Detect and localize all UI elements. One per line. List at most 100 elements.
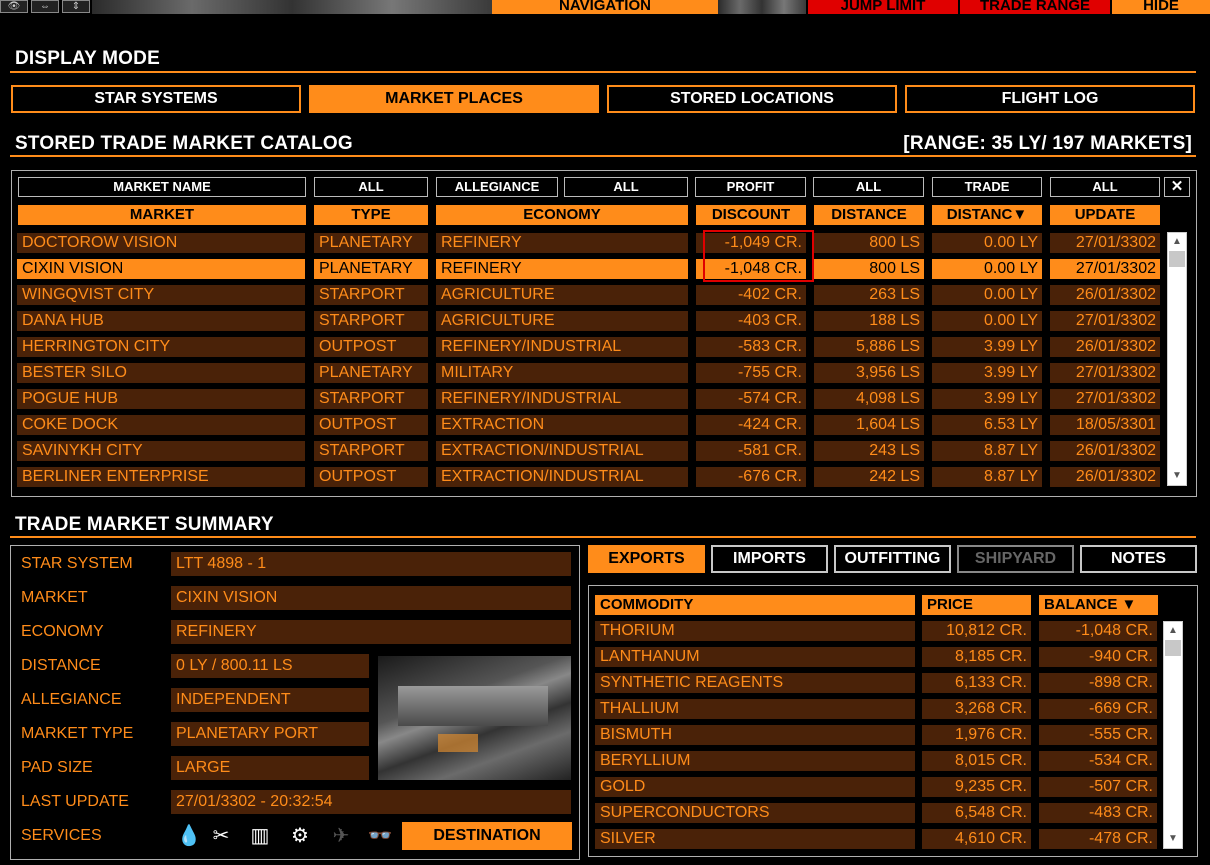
summary-label: ECONOMY: [21, 623, 104, 640]
market-distance-cell: 263 LS: [814, 285, 924, 305]
list-item[interactable]: SILVER 4,610 CR. -478 CR.: [595, 829, 1157, 849]
vertical-arrows-icon[interactable]: ⇕: [62, 0, 90, 13]
table-row[interactable]: DOCTOROW VISION PLANETARY REFINERY -1,049 C…: [17, 233, 1160, 253]
clear-filters-icon[interactable]: ✕: [1164, 177, 1190, 197]
scroll-thumb[interactable]: [1165, 640, 1181, 656]
flight-log-button[interactable]: FLIGHT LOG: [905, 85, 1195, 113]
refuel-drop-icon: 💧: [176, 825, 202, 847]
profit-filter[interactable]: ALL: [813, 177, 924, 197]
list-item[interactable]: LANTHANUM 8,185 CR. -940 CR.: [595, 647, 1157, 667]
column-header-discount[interactable]: DISCOUNT: [696, 205, 806, 225]
destination-button[interactable]: DESTINATION: [402, 822, 572, 850]
market-discount-cell: -402 CR.: [696, 285, 806, 305]
column-header-distance-ly[interactable]: DISTANC▼: [932, 205, 1042, 225]
market-update-cell: 27/01/3302: [1050, 389, 1160, 409]
market-distance-cell: 188 LS: [814, 311, 924, 331]
tab-outfitting[interactable]: OUTFITTING: [834, 545, 951, 573]
station-image: [378, 656, 571, 780]
column-header-type[interactable]: TYPE: [314, 205, 428, 225]
list-item[interactable]: THALLIUM 3,268 CR. -669 CR.: [595, 699, 1157, 719]
column-header-update[interactable]: UPDATE: [1050, 205, 1160, 225]
column-header-distance[interactable]: DISTANCE: [814, 205, 924, 225]
column-header-price[interactable]: PRICE: [922, 595, 1031, 615]
table-row[interactable]: BERLINER ENTERPRISE OUTPOST EXTRACTION/IND…: [17, 467, 1160, 487]
repair-tools-icon: ✂: [212, 825, 230, 847]
commodity-name-cell: SILVER: [595, 829, 915, 849]
type-filter[interactable]: ALL: [314, 177, 428, 197]
commodity-price-cell: 10,812 CR.: [922, 621, 1031, 641]
market-update-cell: 18/05/3301: [1050, 415, 1160, 435]
trade-filter[interactable]: ALL: [1050, 177, 1160, 197]
market-name-cell: WINGQVIST CITY: [17, 285, 305, 305]
catalog-title: STORED TRADE MARKET CATALOG: [15, 133, 353, 154]
list-item[interactable]: BISMUTH 1,976 CR. -555 CR.: [595, 725, 1157, 745]
scroll-down-icon[interactable]: ▼: [1168, 469, 1186, 483]
scroll-down-icon[interactable]: ▼: [1164, 832, 1182, 846]
commodity-price-cell: 8,015 CR.: [922, 751, 1031, 771]
scroll-thumb[interactable]: [1169, 251, 1185, 267]
column-header-balance[interactable]: BALANCE ▼: [1039, 595, 1158, 615]
market-distance-cell: 242 LS: [814, 467, 924, 487]
navigation-button[interactable]: NAVIGATION: [492, 0, 718, 14]
column-header-market[interactable]: MARKET: [18, 205, 306, 225]
list-item[interactable]: GOLD 9,235 CR. -507 CR.: [595, 777, 1157, 797]
table-row[interactable]: DANA HUB STARPORT AGRICULTURE -403 CR. 188 L…: [17, 311, 1160, 331]
market-economy-cell: REFINERY: [436, 233, 688, 253]
star-systems-button[interactable]: STAR SYSTEMS: [11, 85, 301, 113]
market-name-cell: CIXIN VISION: [17, 259, 305, 279]
map-thumbnail-2: [718, 0, 806, 14]
market-ly-cell: 3.99 LY: [932, 337, 1042, 357]
commodity-price-cell: 6,133 CR.: [922, 673, 1031, 693]
catalog-scrollbar[interactable]: ▲ ▼: [1167, 232, 1187, 486]
market-ly-cell: 3.99 LY: [932, 363, 1042, 383]
list-item[interactable]: BERYLLIUM 8,015 CR. -534 CR.: [595, 751, 1157, 771]
market-economy-cell: MILITARY: [436, 363, 688, 383]
table-row[interactable]: BESTER SILO PLANETARY MILITARY -755 CR. 3,95…: [17, 363, 1160, 383]
market-name-filter[interactable]: MARKET NAME: [18, 177, 306, 197]
list-item[interactable]: THORIUM 10,812 CR. -1,048 CR.: [595, 621, 1157, 641]
market-type-cell: PLANETARY: [314, 363, 428, 383]
market-type-cell: STARPORT: [314, 311, 428, 331]
commodity-name-cell: BERYLLIUM: [595, 751, 915, 771]
market-economy-cell: REFINERY: [436, 259, 688, 279]
tab-imports[interactable]: IMPORTS: [711, 545, 828, 573]
commodity-scrollbar[interactable]: ▲ ▼: [1163, 621, 1183, 849]
eye-icon[interactable]: 👁: [0, 0, 28, 13]
commodity-balance-cell: -507 CR.: [1039, 777, 1157, 797]
summary-value: 0 LY / 800.11 LS: [171, 654, 369, 678]
market-places-button[interactable]: MARKET PLACES: [309, 85, 599, 113]
hide-button[interactable]: HIDE: [1112, 0, 1210, 14]
summary-value: PLANETARY PORT: [171, 722, 369, 746]
scroll-up-icon[interactable]: ▲: [1168, 235, 1186, 249]
table-row[interactable]: POGUE HUB STARPORT REFINERY/INDUSTRIAL -574…: [17, 389, 1160, 409]
tab-shipyard: SHIPYARD: [957, 545, 1074, 573]
market-ly-cell: 0.00 LY: [932, 259, 1042, 279]
stored-locations-button[interactable]: STORED LOCATIONS: [607, 85, 897, 113]
table-row[interactable]: COKE DOCK OUTPOST EXTRACTION -424 CR. 1,604 …: [17, 415, 1160, 435]
market-type-cell: OUTPOST: [314, 467, 428, 487]
tab-notes[interactable]: NOTES: [1080, 545, 1197, 573]
table-row[interactable]: SAVINYKH CITY STARPORT EXTRACTION/INDUSTRI…: [17, 441, 1160, 461]
table-row[interactable]: WINGQVIST CITY STARPORT AGRICULTURE -402 CR…: [17, 285, 1160, 305]
commodity-name-cell: LANTHANUM: [595, 647, 915, 667]
horizontal-arrows-icon[interactable]: ⇔: [31, 0, 59, 13]
scroll-up-icon[interactable]: ▲: [1164, 624, 1182, 638]
market-economy-cell: REFINERY/INDUSTRIAL: [436, 389, 688, 409]
tab-exports[interactable]: EXPORTS: [588, 545, 705, 573]
market-economy-cell: REFINERY/INDUSTRIAL: [436, 337, 688, 357]
market-type-cell: PLANETARY: [314, 259, 428, 279]
market-discount-cell: -676 CR.: [696, 467, 806, 487]
table-row[interactable]: HERRINGTON CITY OUTPOST REFINERY/INDUSTRIA…: [17, 337, 1160, 357]
allegiance-filter[interactable]: ALL: [564, 177, 688, 197]
divider: [10, 71, 1196, 73]
table-row[interactable]: CIXIN VISION PLANETARY REFINERY -1,048 CR. 8…: [17, 259, 1160, 279]
column-header-commodity[interactable]: COMMODITY: [595, 595, 915, 615]
market-type-cell: STARPORT: [314, 285, 428, 305]
summary-label: STAR SYSTEM: [21, 555, 133, 572]
jump-limit-button[interactable]: JUMP LIMIT: [808, 0, 958, 14]
column-header-economy[interactable]: ECONOMY: [436, 205, 688, 225]
list-item[interactable]: SYNTHETIC REAGENTS 6,133 CR. -898 CR.: [595, 673, 1157, 693]
trade-range-button[interactable]: TRADE RANGE: [960, 0, 1110, 14]
market-name-cell: POGUE HUB: [17, 389, 305, 409]
list-item[interactable]: SUPERCONDUCTORS 6,548 CR. -483 CR.: [595, 803, 1157, 823]
